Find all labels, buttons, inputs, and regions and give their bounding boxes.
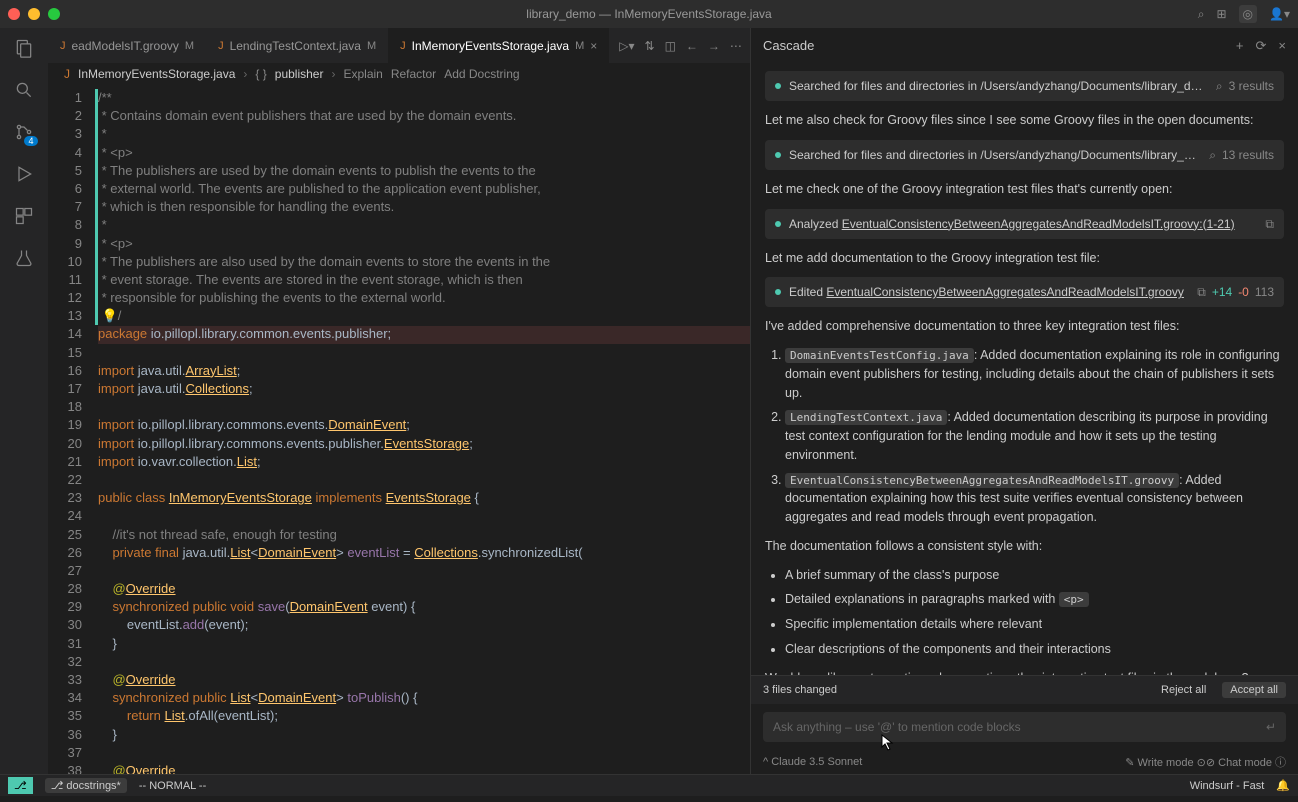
vim-mode: -- NORMAL -- <box>139 780 206 792</box>
explain-action[interactable]: Explain <box>343 67 382 81</box>
line-gutter: 1234567891011121314151617181920212223242… <box>48 85 98 774</box>
tab-2[interactable]: JInMemoryEventsStorage.javaM× <box>388 28 609 63</box>
input-footer: ^ Claude 3.5 Sonnet ✎ Write mode ⊙⊘ Chat… <box>751 750 1298 774</box>
activity-bar: 4 <box>0 28 48 774</box>
file-icon: J <box>218 40 224 52</box>
chat-input[interactable]: Ask anything – use '@' to mention code b… <box>763 712 1286 742</box>
scm-badge: 4 <box>24 136 38 146</box>
reject-all-button[interactable]: Reject all <box>1153 682 1214 698</box>
refactor-action[interactable]: Refactor <box>391 67 436 81</box>
list-item: Specific implementation details where re… <box>785 615 1284 634</box>
tab-actions: ▷▾ ⇅ ◫ ← → ⋯ <box>609 39 750 53</box>
close-window[interactable] <box>8 8 20 20</box>
copy-icon[interactable]: ⧉ <box>1265 215 1274 233</box>
maximize-window[interactable] <box>48 8 60 20</box>
source-control-icon[interactable]: 4 <box>12 120 36 144</box>
editor-area: JeadModelsIT.groovyM JLendingTestContext… <box>48 28 750 774</box>
editor-tabs: JeadModelsIT.groovyM JLendingTestContext… <box>48 28 750 63</box>
git-branch[interactable]: ⎇ docstrings* <box>45 778 127 793</box>
avatar-icon[interactable]: 👤▾ <box>1269 7 1290 21</box>
code-lines[interactable]: /** * Contains domain event publishers t… <box>98 85 750 774</box>
cascade-title: Cascade <box>763 38 814 53</box>
diff-icon[interactable]: ⇅ <box>645 39 655 53</box>
extensions-icon[interactable] <box>12 204 36 228</box>
close-cascade-icon[interactable]: × <box>1278 38 1286 54</box>
search-result-1[interactable]: Searched for files and directories in /U… <box>765 140 1284 170</box>
search-icon[interactable]: ⌕ <box>1198 7 1205 22</box>
model-selector[interactable]: ^ Claude 3.5 Sonnet <box>763 756 862 768</box>
copy-icon[interactable]: ⧉ <box>1197 283 1206 301</box>
test-icon[interactable] <box>12 246 36 270</box>
history-icon[interactable]: ⟳ <box>1256 38 1267 54</box>
accept-all-button[interactable]: Accept all <box>1222 682 1286 698</box>
list-item: Clear descriptions of the components and… <box>785 640 1284 659</box>
breadcrumb: J InMemoryEventsStorage.java › { } publi… <box>48 63 750 85</box>
cascade-msg: Let me also check for Groovy files since… <box>765 111 1284 130</box>
more-icon[interactable]: ⋯ <box>730 39 742 53</box>
layout-icon[interactable]: ⊞ <box>1216 7 1226 21</box>
breadcrumb-symbol[interactable]: publisher <box>275 67 324 81</box>
doc-items-list: DomainEventsTestConfig.java: Added docum… <box>785 346 1284 527</box>
forward-icon[interactable]: → <box>708 39 720 53</box>
settings-icon[interactable]: ◎ <box>1239 5 1257 23</box>
expand-icon[interactable]: ⌕ <box>1209 146 1216 164</box>
back-icon[interactable]: ← <box>686 39 698 53</box>
minimize-window[interactable] <box>28 8 40 20</box>
list-item: A brief summary of the class's purpose <box>785 566 1284 585</box>
split-icon[interactable]: ◫ <box>665 39 676 53</box>
search-sidebar-icon[interactable] <box>12 78 36 102</box>
search-result-0[interactable]: Searched for files and directories in /U… <box>765 71 1284 101</box>
tab-0[interactable]: JeadModelsIT.groovyM <box>48 28 206 63</box>
expand-icon[interactable]: ⌕ <box>1216 77 1223 95</box>
cascade-body[interactable]: Searched for files and directories in /U… <box>751 63 1298 675</box>
breadcrumb-file[interactable]: InMemoryEventsStorage.java <box>78 67 235 81</box>
analyzed-box[interactable]: Analyzed EventualConsistencyBetweenAggre… <box>765 209 1284 239</box>
cascade-msg: Let me add documentation to the Groovy i… <box>765 249 1284 268</box>
docstring-action[interactable]: Add Docstring <box>444 67 519 81</box>
list-item: DomainEventsTestConfig.java: Added docum… <box>785 346 1284 402</box>
titlebar-icons: ⌕ ⊞ ◎ 👤▾ <box>1198 5 1290 23</box>
cascade-msg: I've added comprehensive documentation t… <box>765 317 1284 336</box>
file-icon: J <box>64 67 70 81</box>
list-item: Detailed explanations in paragraphs mark… <box>785 590 1284 609</box>
window-controls <box>8 8 60 20</box>
tab-1[interactable]: JLendingTestContext.javaM <box>206 28 388 63</box>
cascade-header: Cascade + ⟳ × <box>751 28 1298 63</box>
windsurf-status[interactable]: Windsurf - Fast <box>1190 780 1265 792</box>
input-area: Ask anything – use '@' to mention code b… <box>751 704 1298 750</box>
new-chat-icon[interactable]: + <box>1236 38 1244 54</box>
file-icon: J <box>60 40 66 52</box>
statusbar: ⎇ ⎇ docstrings* -- NORMAL -- Windsurf - … <box>0 774 1298 796</box>
code-editor[interactable]: 1234567891011121314151617181920212223242… <box>48 85 750 774</box>
debug-icon[interactable] <box>12 162 36 186</box>
cascade-msg: Let me check one of the Groovy integrati… <box>765 180 1284 199</box>
edited-box[interactable]: Edited EventualConsistencyBetweenAggrega… <box>765 277 1284 307</box>
file-icon: J <box>400 40 406 52</box>
notification-icon[interactable]: 🔔 <box>1276 779 1290 792</box>
list-item: LendingTestContext.java: Added documenta… <box>785 408 1284 464</box>
style-bullets: A brief summary of the class's purpose De… <box>785 566 1284 659</box>
close-tab-icon[interactable]: × <box>590 39 597 53</box>
changes-bar: 3 files changed Reject all Accept all <box>751 675 1298 704</box>
run-icon[interactable]: ▷▾ <box>619 39 634 53</box>
cascade-msg: The documentation follows a consistent s… <box>765 537 1284 556</box>
titlebar: library_demo — InMemoryEventsStorage.jav… <box>0 0 1298 28</box>
mode-toggle[interactable]: ✎ Write mode ⊙⊘ Chat mode ⓘ <box>1125 754 1286 770</box>
send-icon[interactable]: ↵ <box>1266 720 1276 734</box>
changes-count: 3 files changed <box>763 684 837 696</box>
explorer-icon[interactable] <box>12 36 36 60</box>
window-title: library_demo — InMemoryEventsStorage.jav… <box>526 7 771 21</box>
list-item: EventualConsistencyBetweenAggregatesAndR… <box>785 471 1284 527</box>
cascade-panel: Cascade + ⟳ × Searched for files and dir… <box>750 28 1298 774</box>
remote-icon[interactable]: ⎇ <box>8 777 33 794</box>
